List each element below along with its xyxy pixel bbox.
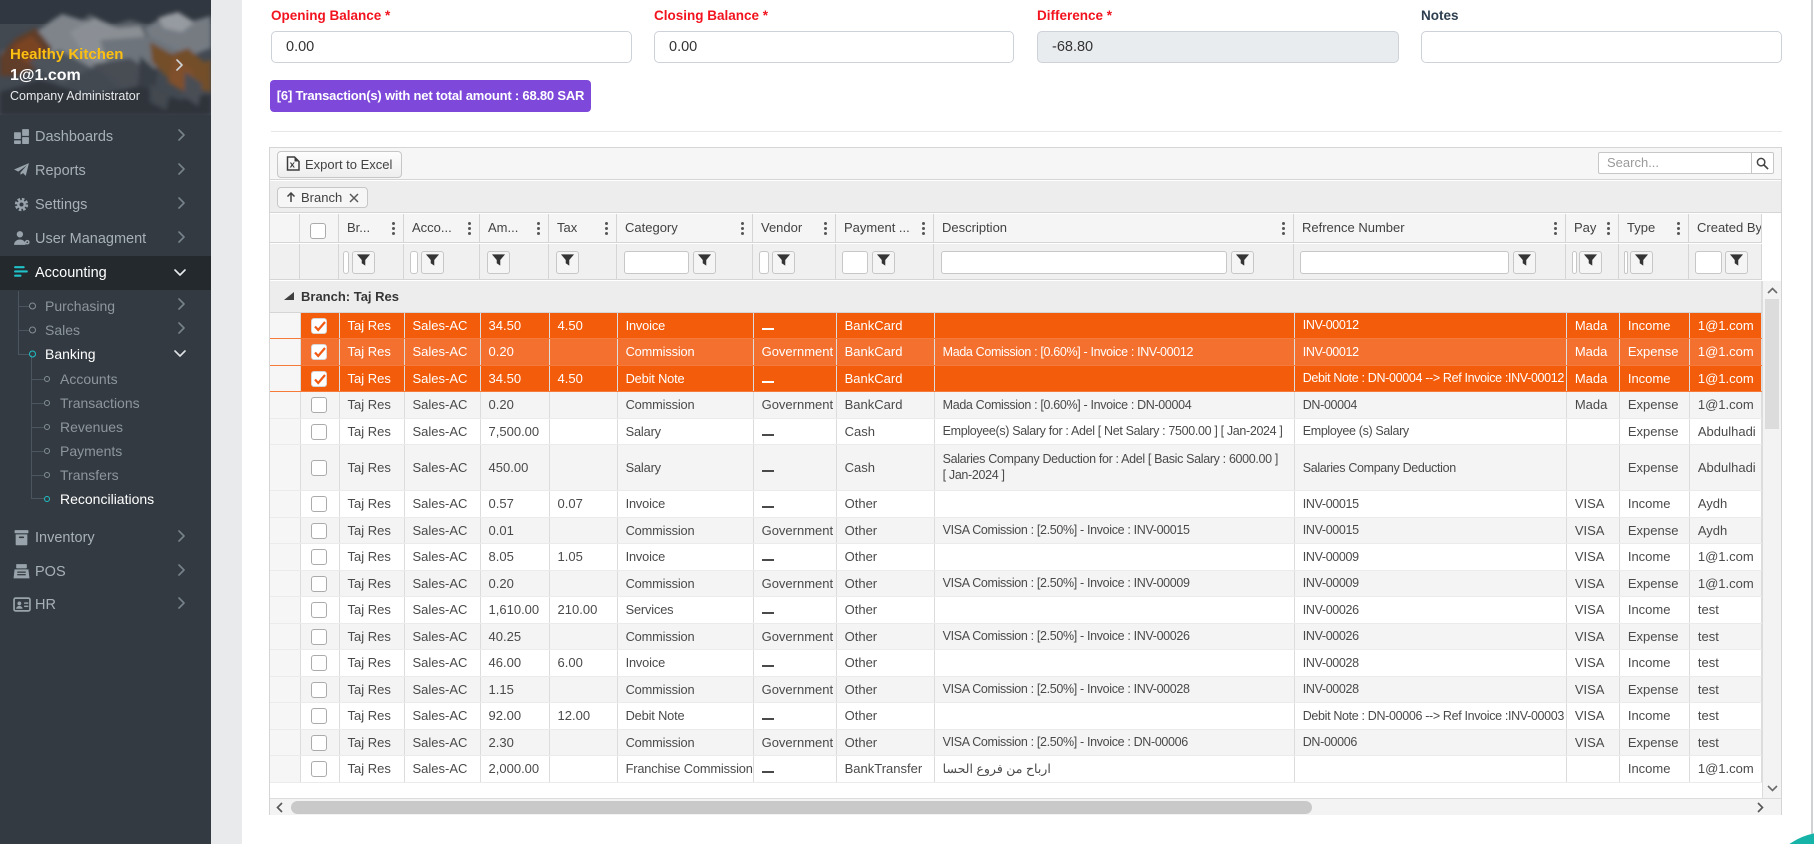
svg-text:x: x xyxy=(290,160,296,171)
